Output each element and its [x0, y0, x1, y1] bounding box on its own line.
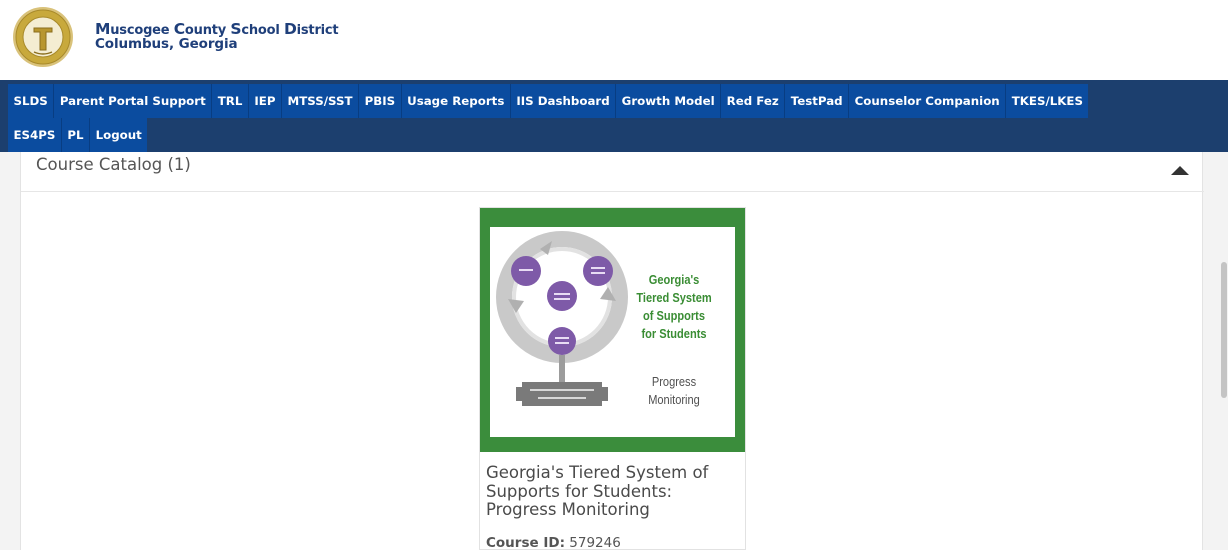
nav-item-es4ps[interactable]: ES4PS	[8, 118, 62, 152]
course-card[interactable]: Georgia's Tiered System of Supports for …	[479, 207, 746, 551]
nav-item-mtss-sst[interactable]: MTSS/SST	[282, 84, 360, 118]
thumbnail-subtitle: Progress Monitoring	[648, 374, 700, 407]
nav-item-iis-dashboard[interactable]: IIS Dashboard	[510, 84, 617, 118]
course-id-label: Course ID:	[486, 535, 565, 551]
caret-up-icon[interactable]	[1170, 162, 1190, 178]
course-title[interactable]: Georgia's Tiered System of Supports for …	[486, 463, 741, 520]
nav-item-pl[interactable]: PL	[61, 118, 91, 152]
nav-row-1: SLDS Parent Portal Support TRL IEP MTSS/…	[8, 84, 1089, 118]
nav-item-iep[interactable]: IEP	[248, 84, 282, 118]
nav-item-growth-model[interactable]: Growth Model	[616, 84, 722, 118]
nav-item-slds[interactable]: SLDS	[8, 84, 55, 118]
page-scrollbar-thumb[interactable]	[1221, 262, 1227, 398]
nav-row-2: ES4PS PL Logout	[8, 118, 148, 152]
course-id-value: 579246	[569, 535, 621, 551]
thumbnail-title: Georgia's Tiered System of Supports for …	[636, 272, 712, 341]
nav-item-tkes-lkes[interactable]: TKES/LKES	[1006, 84, 1089, 118]
course-thumbnail[interactable]: Georgia's Tiered System of Supports for …	[480, 208, 745, 452]
nav-item-trl[interactable]: TRL	[212, 84, 249, 118]
course-catalog-title: Course Catalog (1)	[36, 155, 191, 174]
district-city: Columbus, Georgia	[95, 36, 238, 52]
nav-item-counselor-companion[interactable]: Counselor Companion	[849, 84, 1007, 118]
nav-item-pbis[interactable]: PBIS	[359, 84, 402, 118]
nav-item-logout[interactable]: Logout	[90, 118, 148, 152]
course-thumbnail-inner: Georgia's Tiered System of Supports for …	[490, 227, 735, 437]
nav-item-usage-reports[interactable]: Usage Reports	[401, 84, 511, 118]
site-header: Muscogee County School District Columbus…	[0, 0, 1228, 80]
course-catalog-header[interactable]: Course Catalog (1)	[21, 152, 1204, 192]
nav-item-red-fez[interactable]: Red Fez	[721, 84, 786, 118]
district-seal-icon[interactable]	[12, 6, 74, 68]
nav-item-parent-portal-support[interactable]: Parent Portal Support	[54, 84, 213, 118]
course-id: Course ID: 579246	[486, 535, 621, 551]
nav-item-testpad[interactable]: TestPad	[785, 84, 850, 118]
